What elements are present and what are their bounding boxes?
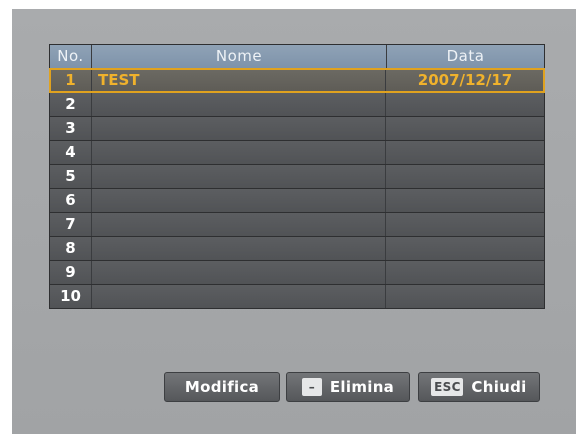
column-header-name: Nome — [91, 45, 386, 68]
row-name — [91, 93, 385, 116]
row-date — [385, 93, 544, 116]
table-row[interactable]: 2 — [50, 93, 544, 116]
table-row[interactable]: 3 — [50, 117, 544, 140]
row-number: 10 — [50, 285, 91, 308]
row-date — [385, 213, 544, 236]
close-button[interactable]: ESC Chiudi — [418, 372, 540, 402]
row-name — [91, 189, 385, 212]
table-row[interactable]: 5 — [50, 165, 544, 188]
row-date — [385, 261, 544, 284]
row-date — [385, 189, 544, 212]
table-row[interactable]: 6 — [50, 189, 544, 212]
column-header-date: Data — [386, 45, 544, 68]
row-number: 8 — [50, 237, 91, 260]
row-number: 3 — [50, 117, 91, 140]
row-number: 7 — [50, 213, 91, 236]
row-name — [91, 261, 385, 284]
table-header: No. Nome Data — [50, 45, 544, 68]
row-name — [91, 237, 385, 260]
recording-list-screen: No. Nome Data 1 TEST 2007/12/17 2 3 4 5 — [12, 9, 576, 434]
row-date — [385, 117, 544, 140]
close-label: Chiudi — [471, 378, 527, 396]
row-date: 2007/12/17 — [385, 69, 544, 92]
row-date — [385, 285, 544, 308]
row-number: 5 — [50, 165, 91, 188]
modify-label: Modifica — [184, 378, 260, 396]
row-number: 4 — [50, 141, 91, 164]
modify-button[interactable]: Modifica — [164, 372, 280, 402]
table-row[interactable]: 9 — [50, 261, 544, 284]
minus-key-icon: – — [301, 378, 322, 396]
row-number: 9 — [50, 261, 91, 284]
row-name — [91, 285, 385, 308]
row-name: TEST — [91, 69, 385, 92]
row-name — [91, 141, 385, 164]
table-row[interactable]: 8 — [50, 237, 544, 260]
row-number: 1 — [50, 69, 91, 92]
delete-label: Elimina — [329, 378, 395, 396]
delete-button[interactable]: – Elimina — [286, 372, 410, 402]
row-date — [385, 165, 544, 188]
column-header-number: No. — [57, 47, 84, 65]
row-date — [385, 237, 544, 260]
esc-key-icon: ESC — [431, 378, 464, 396]
row-number: 6 — [50, 189, 91, 212]
row-name — [91, 213, 385, 236]
row-date — [385, 141, 544, 164]
table-row[interactable]: 10 — [50, 285, 544, 308]
table-row-selected[interactable]: 1 TEST 2007/12/17 — [49, 68, 545, 93]
row-name — [91, 165, 385, 188]
row-number: 2 — [50, 93, 91, 116]
recording-table: No. Nome Data 1 TEST 2007/12/17 2 3 4 5 — [49, 44, 545, 309]
table-row[interactable]: 7 — [50, 213, 544, 236]
table-row[interactable]: 4 — [50, 141, 544, 164]
row-name — [91, 117, 385, 140]
